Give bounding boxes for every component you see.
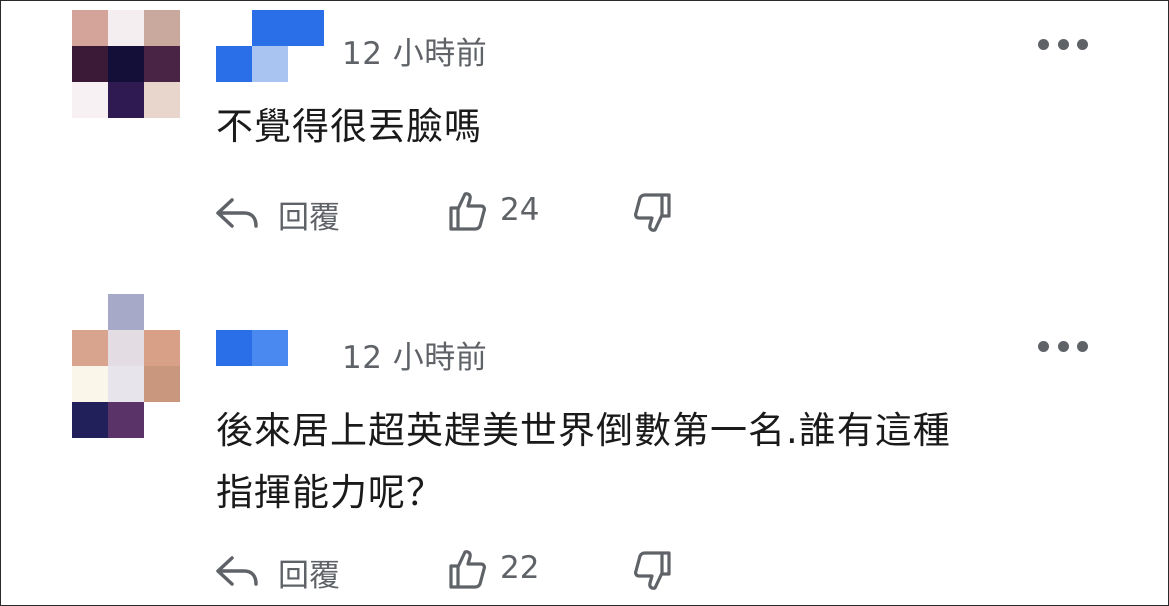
like-count: 22 xyxy=(500,550,540,586)
comment-text: 不覺得很丟臉嗎 xyxy=(216,96,482,158)
thumbs-down-icon[interactable] xyxy=(634,192,672,234)
like-count: 24 xyxy=(500,192,540,228)
comment-text-line: 後來居上超英趕美世界倒數第一名.誰有這種 xyxy=(216,409,951,452)
comment-item: 12 小時前 後來居上超英趕美世界倒數第一名.誰有這種 指揮能力呢？ 回覆 22 xyxy=(0,292,1169,606)
more-options-icon[interactable] xyxy=(1038,36,1088,52)
username-redacted[interactable] xyxy=(216,330,324,366)
thumbs-down-icon[interactable] xyxy=(634,550,672,592)
thumbs-up-icon[interactable] xyxy=(448,190,486,232)
reply-button[interactable]: 回覆 xyxy=(278,192,340,237)
reply-button[interactable]: 回覆 xyxy=(278,550,340,595)
comment-text: 後來居上超英趕美世界倒數第一名.誰有這種 指揮能力呢？ xyxy=(216,400,1116,524)
comment-timestamp: 12 小時前 xyxy=(342,340,488,376)
reply-icon[interactable] xyxy=(214,552,260,590)
comment-actions: 回覆 22 xyxy=(214,546,774,596)
comment-text-line: 指揮能力呢？ xyxy=(216,471,444,514)
user-avatar[interactable] xyxy=(72,294,180,438)
reply-icon[interactable] xyxy=(214,194,260,232)
comment-timestamp: 12 小時前 xyxy=(342,36,488,72)
username-redacted[interactable] xyxy=(216,10,324,82)
user-avatar[interactable] xyxy=(72,10,180,118)
comment-item: 12 小時前 不覺得很丟臉嗎 回覆 24 xyxy=(0,0,1169,290)
comment-text-line: 不覺得很丟臉嗎 xyxy=(216,105,482,148)
comment-actions: 回覆 24 xyxy=(214,188,774,238)
thumbs-up-icon[interactable] xyxy=(448,548,486,590)
more-options-icon[interactable] xyxy=(1038,338,1088,354)
